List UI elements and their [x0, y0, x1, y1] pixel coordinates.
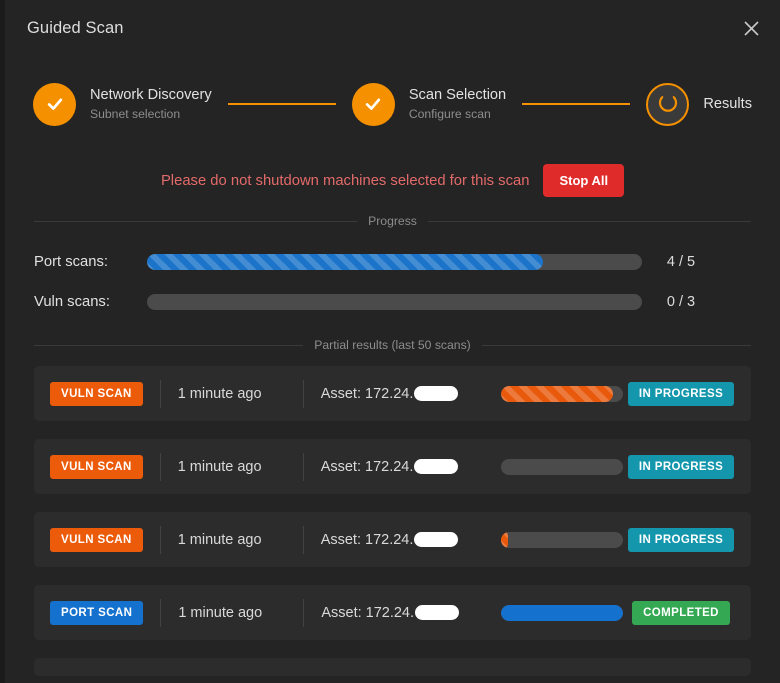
- modal-header: Guided Scan: [5, 0, 780, 56]
- progress-row-port-scans: Port scans: 4 / 5: [34, 242, 751, 282]
- close-icon[interactable]: [737, 14, 765, 42]
- asset-label: Asset: 172.24.: [321, 459, 497, 475]
- scan-time: 1 minute ago: [178, 604, 263, 621]
- row-progress-wrap: [497, 604, 627, 621]
- step-subtitle: Subnet selection: [90, 106, 181, 121]
- warning-banner: Please do not shutdown machines selected…: [5, 164, 780, 197]
- progress-bar-track: [147, 254, 642, 270]
- step-title: Scan Selection: [408, 86, 507, 103]
- scan-time: 1 minute ago: [177, 385, 262, 402]
- asset-label: Asset: 172.24.: [321, 605, 497, 621]
- redaction-block: [415, 605, 460, 620]
- row-separator: [159, 379, 161, 408]
- scan-type-badge: VULN SCAN: [50, 527, 143, 552]
- divider-line-right: [481, 344, 751, 346]
- row-progress-wrap: [497, 531, 627, 548]
- table-row-partial[interactable]: [34, 658, 751, 676]
- table-row[interactable]: PORT SCAN 1 minute ago Asset: 172.24. CO…: [34, 585, 751, 640]
- status-cell: IN PROGRESS: [627, 527, 735, 552]
- divider-label: Progress: [368, 214, 417, 228]
- page-title: Guided Scan: [27, 18, 124, 37]
- status-badge: IN PROGRESS: [627, 381, 735, 406]
- progress-count: 4 / 5: [666, 254, 696, 270]
- progress-label: Vuln scans:: [34, 294, 110, 310]
- scan-time: 1 minute ago: [177, 458, 262, 475]
- row-separator: [159, 452, 161, 481]
- step-text: Network Discovery Subnet selection: [90, 86, 212, 122]
- status-cell: IN PROGRESS: [627, 454, 735, 479]
- status-badge: IN PROGRESS: [627, 454, 735, 479]
- step-active-circle: [646, 82, 690, 126]
- row-progress-track: [500, 385, 623, 402]
- redaction-block: [414, 386, 459, 401]
- progress-label: Port scans:: [34, 254, 109, 270]
- row-progress-wrap: [497, 385, 627, 402]
- row-progress-track: [500, 531, 623, 548]
- scan-type-badge: PORT SCAN: [50, 600, 144, 625]
- step-title: Results: [703, 95, 753, 112]
- step-subtitle: Configure scan: [408, 106, 491, 121]
- row-progress-fill: [501, 604, 624, 621]
- table-row[interactable]: VULN SCAN 1 minute ago Asset: 172.24. IN…: [34, 439, 751, 494]
- scan-time: 1 minute ago: [177, 531, 262, 548]
- progress-area: Port scans: 4 / 5 Vuln scans: 0 / 3: [5, 242, 780, 322]
- guided-scan-modal: Guided Scan Network Discovery Subnet sel…: [5, 0, 780, 683]
- divider-line-left: [34, 220, 358, 222]
- row-progress-track: [500, 458, 623, 475]
- step-scan-selection[interactable]: Scan Selection Configure scan: [351, 82, 506, 126]
- progress-bar-track: [147, 294, 642, 310]
- status-badge: IN PROGRESS: [627, 527, 735, 552]
- warning-text: Please do not shutdown machines selected…: [160, 172, 530, 189]
- step-text: Results: [703, 95, 752, 114]
- table-row[interactable]: VULN SCAN 1 minute ago Asset: 172.24. IN…: [34, 366, 751, 421]
- step-connector-1: [227, 103, 336, 105]
- results-list: VULN SCAN 1 minute ago Asset: 172.24. IN…: [5, 366, 780, 676]
- step-text: Scan Selection Configure scan: [409, 86, 506, 122]
- scan-type-badge: VULN SCAN: [50, 454, 143, 479]
- row-progress-fill: [500, 385, 614, 402]
- row-separator: [303, 598, 305, 627]
- row-separator: [159, 525, 161, 554]
- asset-label: Asset: 172.24.: [321, 532, 497, 548]
- row-progress-fill: [500, 531, 509, 548]
- check-icon: [366, 98, 381, 110]
- stop-all-button[interactable]: Stop All: [543, 164, 625, 197]
- progress-stepper: Network Discovery Subnet selection Scan …: [5, 56, 780, 142]
- step-complete-circle: [33, 82, 76, 126]
- step-title: Network Discovery: [90, 86, 212, 103]
- redaction-block: [414, 459, 459, 474]
- status-badge: COMPLETED: [632, 600, 730, 625]
- progress-count: 0 / 3: [666, 294, 696, 310]
- divider-line-right: [427, 220, 751, 222]
- row-progress-track: [501, 604, 624, 621]
- status-cell: COMPLETED: [627, 600, 735, 625]
- progress-bar-fill: [147, 254, 543, 270]
- row-progress-wrap: [497, 458, 627, 475]
- asset-prefix: Asset: 172.24.: [321, 604, 415, 621]
- scan-type-badge: VULN SCAN: [50, 381, 143, 406]
- table-row[interactable]: VULN SCAN 1 minute ago Asset: 172.24. IN…: [34, 512, 751, 567]
- row-separator: [160, 598, 162, 627]
- asset-prefix: Asset: 172.24.: [320, 385, 414, 402]
- step-network-discovery[interactable]: Network Discovery Subnet selection: [33, 82, 212, 126]
- step-complete-circle: [351, 82, 395, 126]
- redaction-block: [414, 532, 459, 547]
- asset-label: Asset: 172.24.: [321, 386, 497, 402]
- step-connector-2: [522, 103, 631, 105]
- asset-prefix: Asset: 172.24.: [320, 458, 414, 475]
- partial-results-divider: Partial results (last 50 scans): [34, 338, 751, 352]
- asset-prefix: Asset: 172.24.: [320, 531, 414, 548]
- status-cell: IN PROGRESS: [627, 381, 735, 406]
- divider-label: Partial results (last 50 scans): [314, 338, 471, 352]
- check-icon: [47, 98, 62, 110]
- row-separator: [302, 525, 304, 554]
- row-separator: [302, 379, 304, 408]
- spinner-icon: [658, 96, 677, 112]
- step-results[interactable]: Results: [646, 82, 752, 126]
- divider-line-left: [34, 344, 304, 346]
- progress-row-vuln-scans: Vuln scans: 0 / 3: [34, 282, 751, 322]
- row-separator: [302, 452, 304, 481]
- progress-divider: Progress: [34, 214, 751, 228]
